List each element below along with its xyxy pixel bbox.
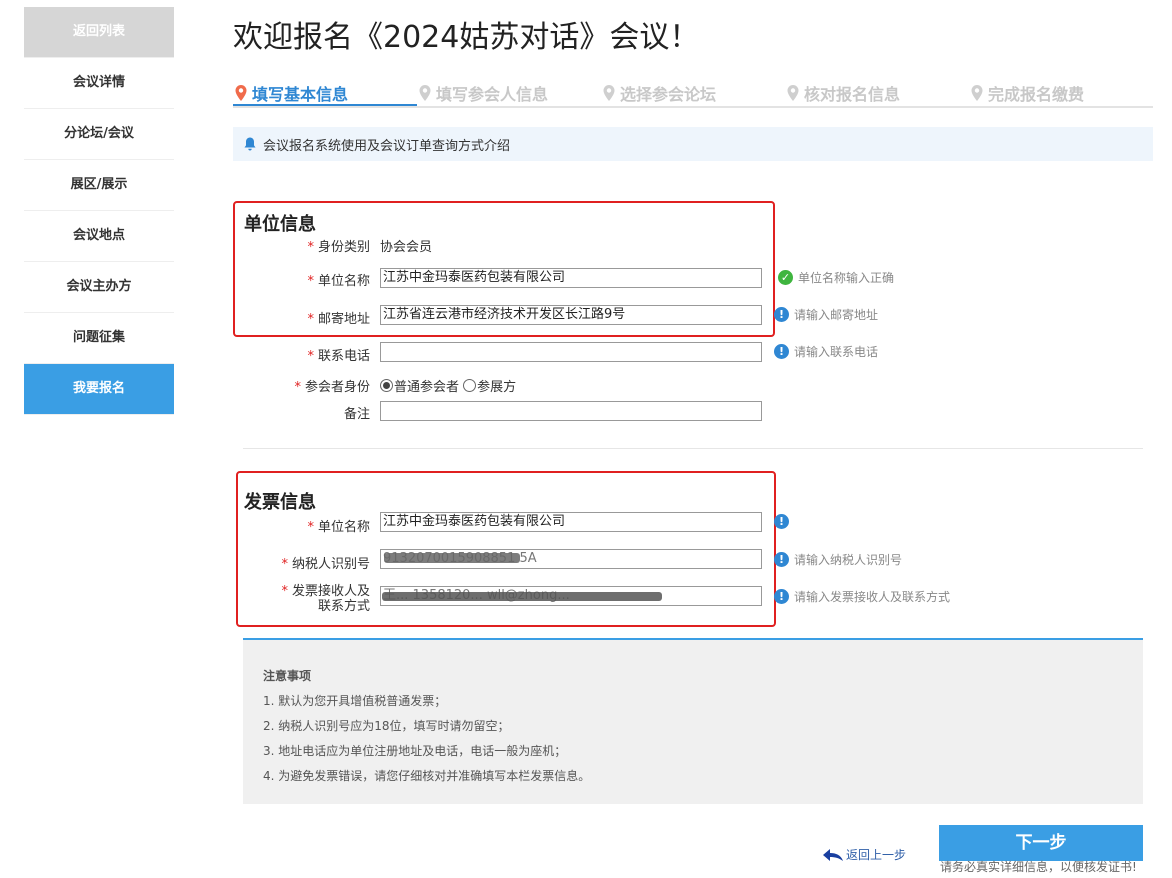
section-divider	[243, 448, 1143, 449]
role-label: * 参会者身份	[294, 380, 370, 395]
notes-item: 2. 纳税人识别号应为18位，填写时请勿留空；	[263, 719, 510, 733]
invoice-company-label: * 单位名称	[307, 520, 370, 535]
sidebar-item-sub-forums[interactable]: 分论坛/会议	[24, 109, 174, 160]
required-star: *	[294, 380, 301, 395]
active-step-underline	[233, 104, 417, 106]
sidebar-item-back-to-list[interactable]: 返回列表	[24, 7, 174, 58]
required-star: *	[307, 312, 314, 327]
required-star: *	[307, 274, 314, 289]
info-icon: !	[774, 307, 789, 322]
location-pin-icon	[603, 85, 615, 101]
check-circle-icon: ✓	[778, 270, 793, 285]
identity-label: * 身份类别	[307, 240, 370, 255]
sidebar-item-meeting-details[interactable]: 会议详情	[24, 58, 174, 109]
sidebar-item-organizer[interactable]: 会议主办方	[24, 262, 174, 313]
notes-panel: 注意事项 1. 默认为您开具增值税普通发票； 2. 纳税人识别号应为18位，填写…	[243, 638, 1143, 804]
address-hint: ! 请输入邮寄地址	[774, 306, 878, 323]
notes-title: 注意事项	[263, 669, 312, 683]
receiver-hint: ! 请输入发票接收人及联系方式	[774, 588, 950, 605]
invoice-section-title: 发票信息	[244, 492, 316, 513]
taxid-hint: ! 请输入纳税人识别号	[774, 551, 902, 568]
notice-link[interactable]: 会议报名系统使用及会议订单查询方式介绍	[263, 135, 510, 154]
step-label: 完成报名缴费	[988, 85, 1085, 104]
company-hint: ✓ 单位名称输入正确	[778, 269, 894, 286]
invoice-company-input[interactable]: 江苏中金玛泰医药包装有限公司	[380, 512, 762, 532]
radio-exhibitor[interactable]	[463, 379, 477, 392]
bell-icon	[244, 137, 256, 151]
step-label: 填写基本信息	[252, 85, 349, 104]
remark-label: 备注	[343, 407, 370, 422]
address-label: * 邮寄地址	[307, 312, 370, 327]
notes-item: 1. 默认为您开具增值税普通发票；	[263, 694, 447, 708]
next-step-note: 请务必真实详细信息，以便核发证书!	[940, 860, 1137, 874]
notes-item: 3. 地址电话应为单位注册地址及电话，电话一般为座机；	[263, 744, 567, 758]
next-step-button[interactable]: 下一步	[939, 825, 1143, 861]
required-star: *	[281, 557, 288, 572]
sidebar-item-register[interactable]: 我要报名	[24, 364, 174, 415]
required-star: *	[307, 349, 314, 364]
location-pin-icon	[971, 85, 983, 101]
step-review: 核对报名信息	[785, 80, 900, 106]
sidebar-item-questions[interactable]: 问题征集	[24, 313, 174, 364]
page-title: 欢迎报名《2024姑苏对话》会议！	[233, 20, 700, 55]
progress-steps: 填写基本信息 填写参会人信息 选择参会论坛 核对报名信息 完成报名缴费	[233, 80, 1153, 108]
info-icon: !	[774, 589, 789, 604]
step-label: 填写参会人信息	[436, 85, 549, 104]
step-label: 选择参会论坛	[620, 85, 717, 104]
location-pin-icon	[419, 85, 431, 101]
info-icon: !	[774, 344, 789, 359]
required-star: *	[307, 240, 314, 255]
sidebar-item-venue[interactable]: 会议地点	[24, 211, 174, 262]
company-name-input[interactable]: 江苏中金玛泰医药包装有限公司	[380, 268, 762, 288]
step-basic-info: 填写基本信息	[233, 80, 348, 106]
location-pin-icon	[235, 85, 247, 101]
notice-bar[interactable]: 会议报名系统使用及会议订单查询方式介绍	[233, 127, 1153, 161]
step-select-forum: 选择参会论坛	[601, 80, 716, 106]
remark-input[interactable]	[380, 401, 762, 421]
radio-normal-attendee[interactable]	[380, 379, 393, 392]
required-star: *	[307, 520, 314, 535]
role-radio-group: 普通参会者 参展方	[380, 376, 516, 395]
location-pin-icon	[787, 85, 799, 101]
phone-input[interactable]	[380, 342, 762, 362]
radio-label: 参展方	[477, 380, 517, 395]
notes-item: 4. 为避免发票错误，请您仔细核对并准确填写本栏发票信息。	[263, 769, 591, 783]
sidebar-item-exhibition[interactable]: 展区/展示	[24, 160, 174, 211]
back-arrow-icon	[823, 848, 843, 861]
phone-label: * 联系电话	[307, 349, 370, 364]
back-link[interactable]: 返回上一步	[822, 846, 906, 863]
phone-hint: ! 请输入联系电话	[774, 343, 878, 360]
taxid-label: * 纳税人识别号	[281, 557, 370, 572]
radio-label: 普通参会者	[394, 380, 460, 395]
sidebar: 返回列表 会议详情 分论坛/会议 展区/展示 会议地点 会议主办方 问题征集 我…	[24, 7, 174, 415]
redaction-mark	[382, 592, 662, 601]
address-input[interactable]: 江苏省连云港市经济技术开发区长江路9号	[380, 305, 762, 325]
step-attendee-info: 填写参会人信息	[417, 80, 548, 106]
unit-section-title: 单位信息	[244, 214, 316, 235]
redaction-mark	[384, 553, 520, 563]
info-icon: !	[774, 552, 789, 567]
back-link-label: 返回上一步	[846, 848, 907, 862]
step-label: 核对报名信息	[804, 85, 901, 104]
invoice-company-hint: !	[774, 514, 789, 529]
info-icon: !	[774, 514, 789, 529]
identity-value: 协会会员	[380, 240, 433, 255]
required-star: *	[281, 584, 288, 599]
company-label: * 单位名称	[307, 274, 370, 289]
step-payment: 完成报名缴费	[969, 80, 1084, 106]
receiver-label: * 发票接收人及 联系方式	[281, 584, 370, 614]
